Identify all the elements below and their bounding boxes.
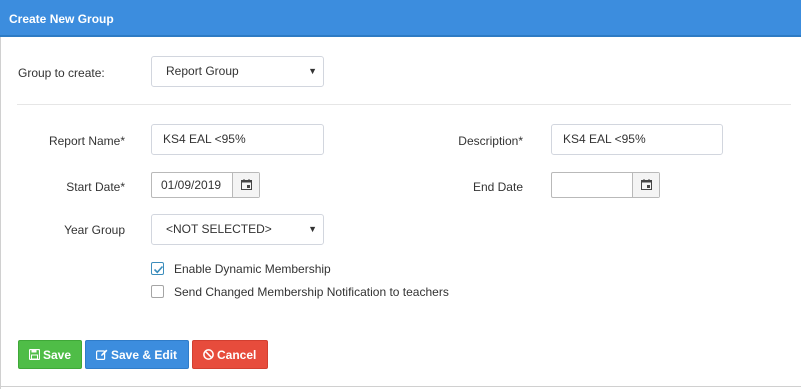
save-button-label: Save xyxy=(43,348,72,362)
frame-left-border xyxy=(0,37,1,389)
section-divider xyxy=(17,104,791,105)
ban-icon xyxy=(203,349,214,361)
checkmark-icon xyxy=(153,265,164,274)
chevron-down-icon: ▼ xyxy=(308,224,317,234)
floppy-disk-icon xyxy=(29,349,40,361)
chevron-down-icon: ▼ xyxy=(308,66,317,76)
cancel-button-label: Cancel xyxy=(217,348,257,362)
report-name-value: KS4 EAL <95% xyxy=(163,132,246,146)
calendar-icon xyxy=(641,179,652,190)
year-group-value: <NOT SELECTED> xyxy=(166,222,272,236)
year-group-label: Year Group xyxy=(64,223,125,237)
year-group-select[interactable]: <NOT SELECTED> ▼ xyxy=(151,214,324,245)
group-to-create-label: Group to create: xyxy=(18,66,105,80)
edit-icon xyxy=(96,349,108,361)
end-date-label: End Date xyxy=(472,180,523,194)
report-name-label: Report Name* xyxy=(48,134,125,148)
send-notification-checkbox[interactable] xyxy=(151,285,164,298)
group-to-create-select[interactable]: Report Group ▼ xyxy=(151,56,324,87)
dialog-title: Create New Group xyxy=(9,12,114,26)
description-value: KS4 EAL <95% xyxy=(563,132,646,146)
frame-bottom-border xyxy=(0,386,801,387)
calendar-icon xyxy=(241,179,252,190)
start-date-picker-button[interactable] xyxy=(232,173,259,197)
send-notification-label: Send Changed Membership Notification to … xyxy=(174,285,449,299)
group-to-create-value: Report Group xyxy=(166,64,239,78)
description-label: Description* xyxy=(458,134,523,148)
enable-dynamic-membership-checkbox[interactable] xyxy=(151,262,164,275)
report-name-input[interactable]: KS4 EAL <95% xyxy=(151,124,324,155)
start-date-value: 01/09/2019 xyxy=(161,178,222,192)
start-date-label: Start Date* xyxy=(66,180,125,194)
dialog-header: Create New Group xyxy=(0,0,801,37)
end-date-field[interactable] xyxy=(551,172,660,198)
cancel-button[interactable]: Cancel xyxy=(192,340,268,369)
description-input[interactable]: KS4 EAL <95% xyxy=(551,124,723,155)
start-date-field[interactable]: 01/09/2019 xyxy=(151,172,260,198)
save-and-edit-button[interactable]: Save & Edit xyxy=(85,340,189,369)
save-and-edit-button-label: Save & Edit xyxy=(111,348,178,362)
end-date-picker-button[interactable] xyxy=(632,173,659,197)
save-button[interactable]: Save xyxy=(18,340,82,369)
enable-dynamic-membership-label: Enable Dynamic Membership xyxy=(174,262,331,276)
